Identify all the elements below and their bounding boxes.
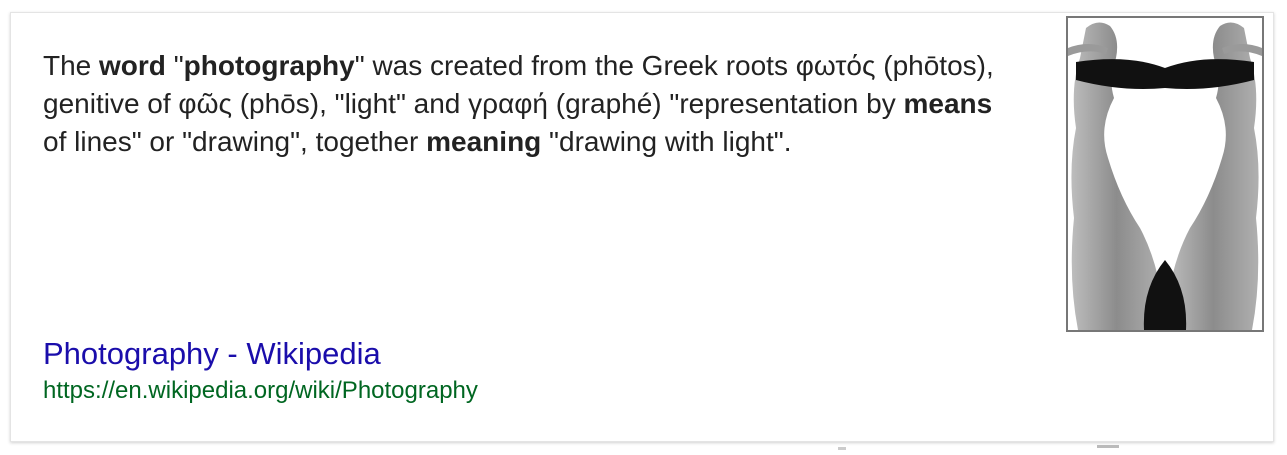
snippet-part: of lines" or "drawing", together	[43, 126, 427, 157]
snippet-part: "	[165, 50, 184, 81]
result-url: https://en.wikipedia.org/wiki/Photograph…	[43, 377, 478, 404]
thumbnail-image	[1068, 18, 1262, 330]
snippet-text: The word "photography" was created from …	[43, 47, 1023, 161]
snippet-highlight: meaning	[426, 126, 542, 157]
snippet-thumbnail[interactable]	[1066, 16, 1264, 332]
snippet-highlight: word	[99, 50, 166, 81]
snippet-highlight: means	[903, 88, 993, 119]
divider-mark	[838, 447, 846, 450]
snippet-part: The	[43, 50, 100, 81]
featured-snippet-card: The word "photography" was created from …	[10, 12, 1274, 442]
result-title-link[interactable]: Photography - Wikipedia	[43, 335, 381, 373]
snippet-highlight: photography	[183, 50, 355, 81]
feedback-icon[interactable]	[1097, 445, 1119, 452]
snippet-part: "drawing with light".	[541, 126, 792, 157]
